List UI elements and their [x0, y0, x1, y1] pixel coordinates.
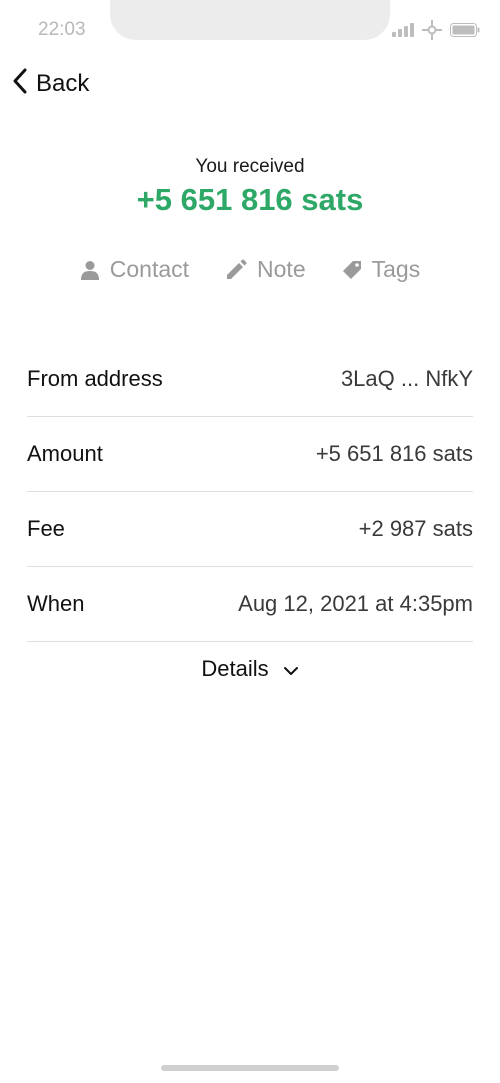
- note-button[interactable]: Note: [225, 256, 306, 283]
- tag-icon: [342, 260, 362, 280]
- detail-label: Amount: [27, 441, 103, 466]
- details-toggle-label: Details: [201, 656, 269, 681]
- status-icons: [392, 20, 480, 40]
- signal-icon: [392, 23, 414, 37]
- device-notch: [110, 0, 390, 40]
- detail-value: Aug 12, 2021 at 4:35pm: [238, 591, 473, 616]
- network-icon: [422, 20, 442, 40]
- detail-row-amount: Amount +5 651 816 sats: [27, 417, 473, 492]
- received-amount: +5 651 816 sats: [136, 182, 364, 217]
- tags-label: Tags: [371, 256, 421, 282]
- detail-row-when: When Aug 12, 2021 at 4:35pm: [27, 567, 473, 642]
- note-label: Note: [257, 256, 306, 282]
- received-label: You received: [195, 156, 305, 177]
- detail-value: +2 987 sats: [358, 516, 473, 541]
- contact-label: Contact: [109, 256, 190, 282]
- detail-row-fee: Fee +2 987 sats: [27, 492, 473, 567]
- contact-button[interactable]: Contact: [80, 256, 189, 283]
- detail-value: +5 651 816 sats: [315, 441, 473, 466]
- detail-row-from-address[interactable]: From address 3LaQ ... NfkY: [27, 342, 473, 417]
- status-time: 22:03: [38, 19, 86, 40]
- battery-icon: [450, 23, 480, 37]
- transaction-summary: You received +5 651 816 sats: [0, 156, 500, 218]
- detail-label: From address: [27, 366, 163, 391]
- back-button[interactable]: Back: [12, 68, 89, 99]
- tags-button[interactable]: Tags: [342, 256, 421, 283]
- detail-label: When: [27, 591, 85, 616]
- detail-value: 3LaQ ... NfkY: [340, 366, 473, 391]
- status-bar: 22:03: [0, 0, 500, 44]
- detail-label: Fee: [27, 516, 65, 541]
- back-label: Back: [36, 69, 90, 97]
- transaction-actions: Contact Note Tags: [0, 256, 500, 283]
- chevron-left-icon: [12, 68, 28, 99]
- transaction-details: From address 3LaQ ... NfkY Amount +5 651…: [27, 342, 473, 642]
- person-icon: [80, 260, 100, 280]
- pencil-icon: [225, 259, 247, 281]
- home-indicator: [161, 1065, 339, 1071]
- chevron-down-icon: [283, 656, 299, 682]
- details-toggle-button[interactable]: Details: [0, 656, 500, 682]
